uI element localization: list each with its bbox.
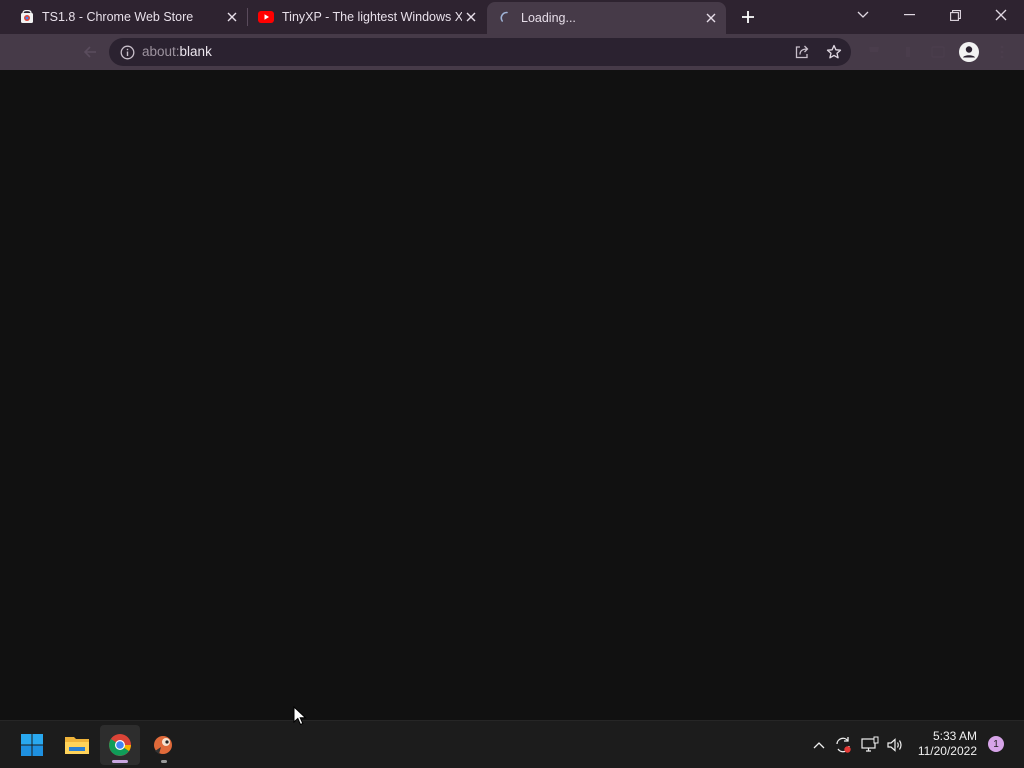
close-icon [995,9,1007,21]
chrome-icon[interactable] [100,725,140,765]
info-icon[interactable] [117,42,137,62]
url-text[interactable]: about:blank [142,44,212,59]
tab-loading[interactable]: Loading... [487,2,726,34]
minimize-icon [903,14,915,16]
tab-chrome-web-store[interactable]: TS1.8 - Chrome Web Store [0,0,247,34]
system-clock[interactable]: 5:33 AM 11/20/2022 [918,729,977,759]
new-tab-button[interactable] [737,6,759,28]
app-bird-icon[interactable] [144,725,184,765]
close-icon[interactable] [702,9,720,27]
extensions-puzzle-icon[interactable] [898,42,918,62]
chrome-web-store-icon [20,10,34,24]
tab-tinyxp[interactable]: TinyXP - The lightest Windows XP [248,0,486,34]
minimize-button[interactable] [886,0,932,30]
page-content[interactable] [0,70,1024,720]
loading-spinner-icon [500,11,514,25]
url-scheme: about: [142,44,180,59]
tab-title: Loading... [521,11,576,25]
url-host: blank [179,44,212,59]
menu-dots-icon[interactable] [992,42,1012,62]
clock-time: 5:33 AM [932,729,977,743]
browser-toolbar: about:blank [0,34,1024,70]
clock-date: 11/20/2022 [917,744,977,758]
file-explorer-icon[interactable] [57,725,97,765]
back-arrow-icon[interactable] [80,42,100,62]
active-indicator [112,760,128,763]
network-icon[interactable] [860,735,880,755]
chevron-down-icon [857,11,869,18]
windows-start-icon[interactable] [12,725,52,765]
restore-icon [949,9,961,21]
side-panel-icon[interactable] [928,42,948,62]
sync-icon[interactable] [833,735,853,755]
tab-title: TS1.8 - Chrome Web Store [42,10,194,24]
tab-search-button[interactable] [840,0,886,30]
restore-button[interactable] [932,0,978,30]
star-icon[interactable] [824,42,844,62]
youtube-icon [258,10,274,24]
tab-strip: TS1.8 - Chrome Web Store TinyXP - The li… [0,0,1024,34]
address-bar[interactable]: about:blank [109,38,851,66]
close-icon[interactable] [223,8,241,26]
volume-icon[interactable] [885,735,905,755]
close-icon[interactable] [462,8,480,26]
close-window-button[interactable] [978,0,1024,30]
running-indicator [161,760,167,763]
taskbar: 5:33 AM 11/20/2022 [0,720,1024,768]
extension-icon[interactable] [864,42,884,62]
tab-title: TinyXP - The lightest Windows XP [282,10,462,24]
chevron-up-icon[interactable] [809,735,829,755]
mouse-cursor-icon [293,706,307,726]
share-icon[interactable] [792,42,812,62]
notification-badge[interactable]: 1 [988,736,1004,752]
profile-avatar-icon[interactable] [959,42,979,62]
